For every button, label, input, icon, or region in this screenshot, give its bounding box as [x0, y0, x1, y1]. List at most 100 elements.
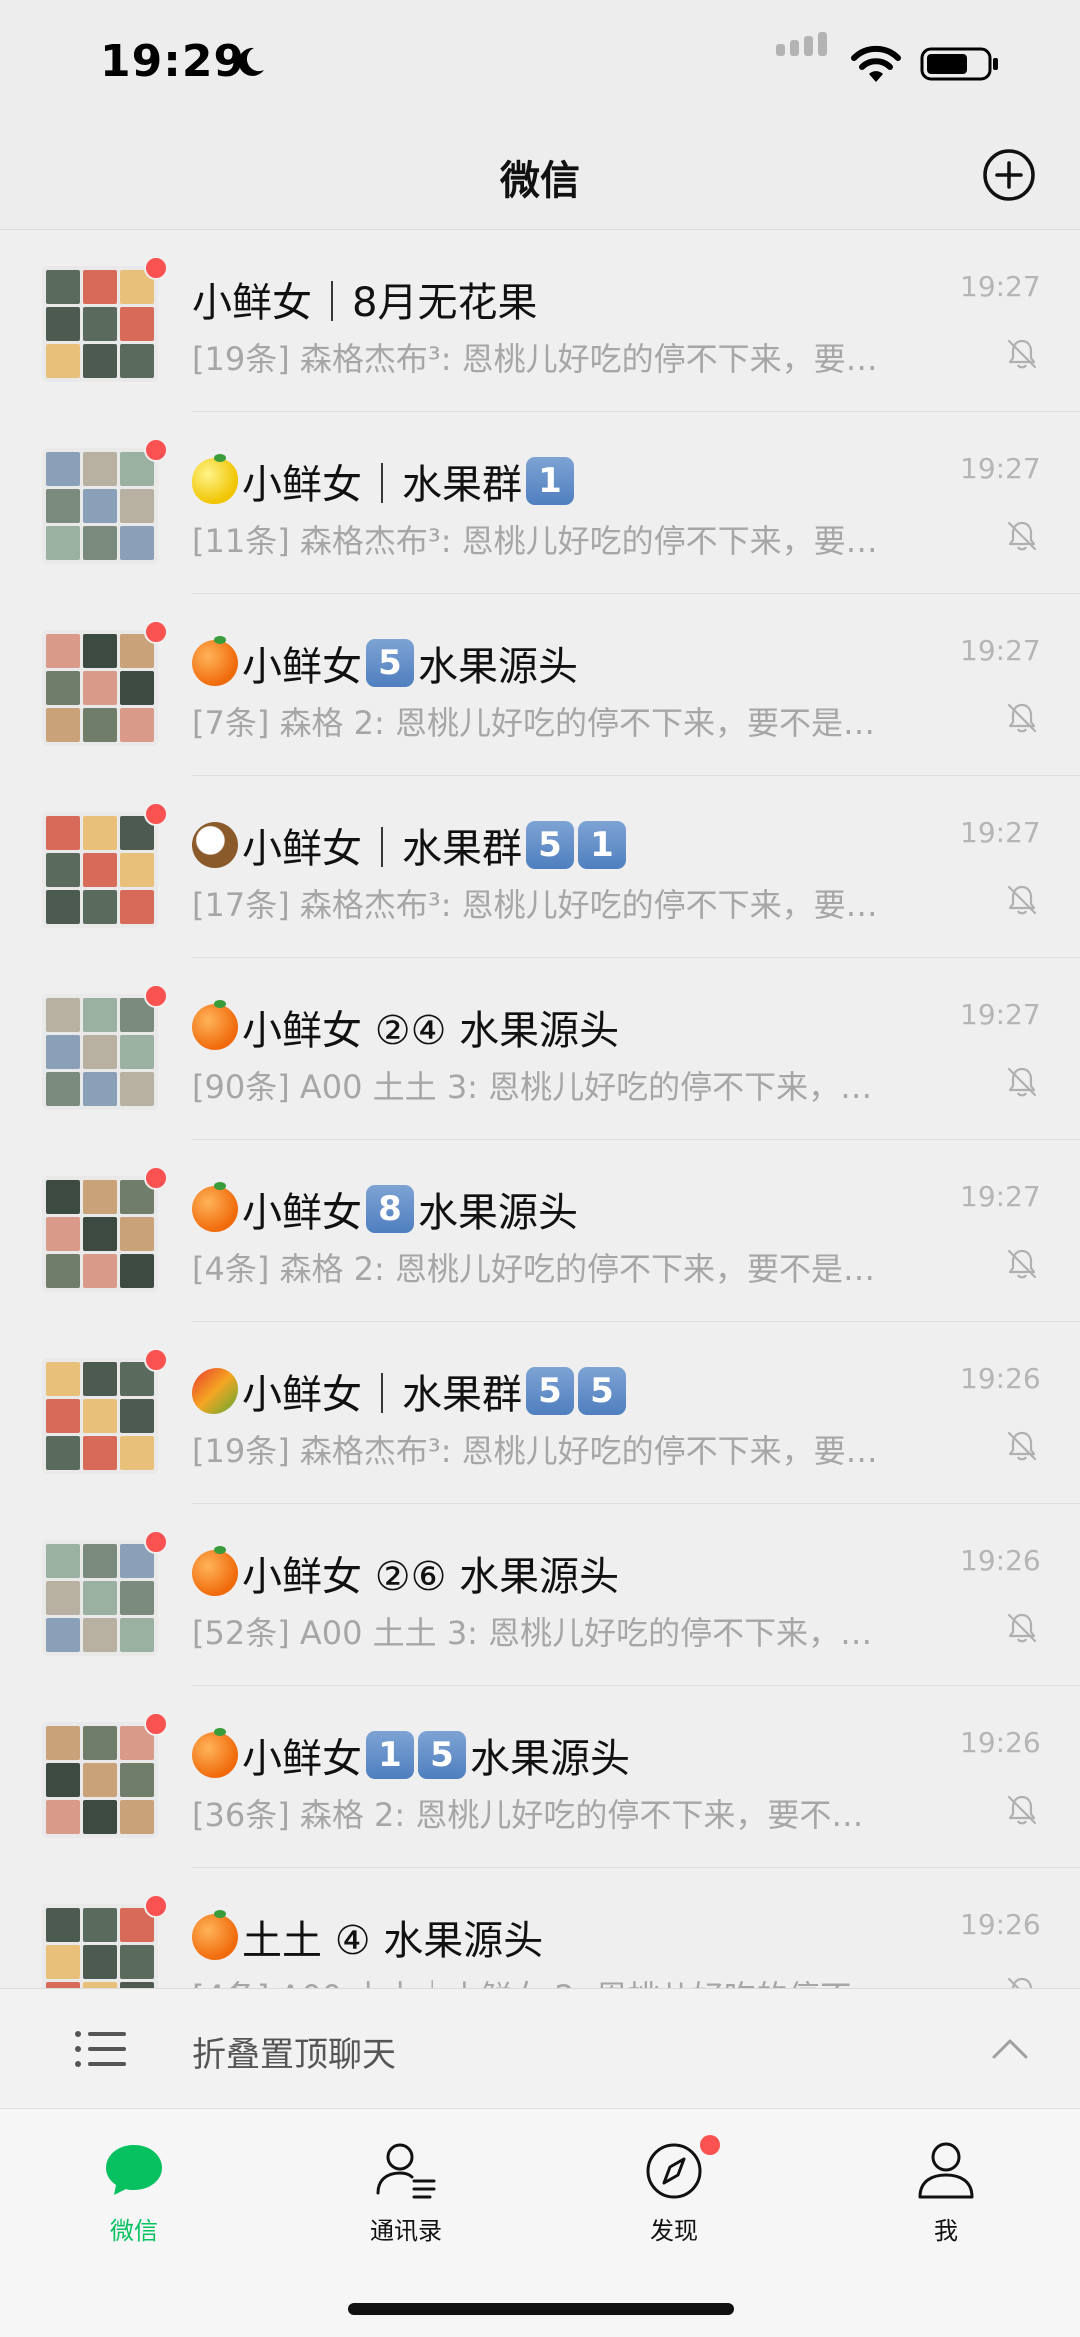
chat-title-text: 水果源头 — [418, 1190, 578, 1236]
nav-bar: 微信 — [0, 130, 1080, 230]
chat-title: 土土 ④ 水果源头 — [192, 1908, 543, 1966]
battery-icon — [920, 47, 998, 81]
list-icon — [75, 2031, 126, 2067]
mute-bell-icon — [1007, 1613, 1037, 1643]
contacts-icon — [376, 2143, 436, 2199]
chat-time: 19:27 — [960, 270, 1041, 303]
keycap-number: 8 — [366, 1185, 414, 1233]
chat-title: 小鲜女｜水果群 1 — [192, 452, 574, 510]
coconut-icon — [192, 822, 238, 868]
group-avatar — [42, 812, 158, 928]
chat-time: 19:27 — [960, 816, 1041, 849]
chat-title: 小鲜女 8 水果源头 — [192, 1180, 578, 1238]
chat-preview: [11条] 森格杰布³: 恩桃儿好吃的停不下来，要… — [192, 522, 878, 560]
unread-dot — [144, 802, 168, 826]
wifi-icon — [851, 45, 901, 82]
chat-preview: [19条] 森格杰布³: 恩桃儿好吃的停不下来，要… — [192, 340, 878, 378]
collapse-pinned-chats-bar[interactable]: 折叠置顶聊天 — [0, 1988, 1080, 2108]
orange-icon — [192, 1546, 238, 1596]
unread-dot — [144, 620, 168, 644]
status-time: 19:29 — [100, 36, 246, 87]
unread-dot — [144, 256, 168, 280]
page-title: 微信 — [500, 158, 580, 204]
chat-title: 小鲜女 ②④ 水果源头 — [192, 998, 619, 1056]
tab-contacts[interactable]: 通讯录 — [326, 2137, 486, 2247]
add-icon[interactable] — [982, 148, 1036, 202]
tab-chats[interactable]: 微信 — [54, 2137, 214, 2247]
chevron-up-icon[interactable] — [990, 2033, 1030, 2061]
group-avatar — [42, 448, 158, 564]
chat-title: 小鲜女｜8月无花果 — [192, 270, 537, 328]
chat-title: 小鲜女 ②⑥ 水果源头 — [192, 1544, 619, 1602]
chat-preview: [36条] 森格 2: 恩桃儿好吃的停不下来，要不… — [192, 1796, 864, 1834]
chat-title-text: 水果源头 — [470, 1736, 630, 1782]
chat-title: 小鲜女 1 5 水果源头 — [192, 1726, 630, 1784]
chat-row[interactable]: 小鲜女｜水果群 5 1 19:27 [17条] 森格杰布³: 恩桃儿好吃的停不下来，要… — [0, 776, 1080, 958]
person-icon — [918, 2142, 974, 2199]
unread-dot — [144, 438, 168, 462]
chat-preview: [19条] 森格杰布³: 恩桃儿好吃的停不下来，要… — [192, 1432, 878, 1470]
chat-row[interactable]: 小鲜女｜水果群 5 5 19:26 [19条] 森格杰布³: 恩桃儿好吃的停不下来，要… — [0, 1322, 1080, 1504]
lemon-icon — [192, 454, 238, 504]
chat-title-text: 小鲜女 ②⑥ 水果源头 — [242, 1554, 620, 1600]
status-bar: 19:29 — [0, 0, 1080, 130]
group-avatar — [42, 994, 158, 1110]
tab-label-chats: 微信 — [110, 2217, 158, 2245]
chat-preview: [4条] A00 土土｜小鲜女 2: 恩桃儿好吃的停不… — [192, 1972, 952, 1988]
orange-icon — [192, 636, 238, 686]
chat-row[interactable]: 小鲜女 5 水果源头 19:27 [7条] 森格 2: 恩桃儿好吃的停不下来，要不是… — [0, 594, 1080, 776]
chat-row[interactable]: 小鲜女 ②④ 水果源头 19:27 [90条] A00 土土 3: 恩桃儿好吃的停不… — [0, 958, 1080, 1140]
unread-dot — [144, 1348, 168, 1372]
mute-bell-icon — [1007, 1977, 1033, 1988]
mute-bell-icon — [1007, 339, 1037, 369]
chat-title-text: 小鲜女｜水果群 — [242, 462, 522, 508]
chat-bubble-icon — [106, 2145, 162, 2195]
chat-row[interactable]: 小鲜女 1 5 水果源头 19:26 [36条] 森格 2: 恩桃儿好吃的停不下来，要不… — [0, 1686, 1080, 1868]
chat-preview: [7条] 森格 2: 恩桃儿好吃的停不下来，要不是… — [192, 704, 875, 742]
chat-row[interactable]: 小鲜女｜水果群 1 19:27 [11条] 森格杰布³: 恩桃儿好吃的停不下来，要… — [0, 412, 1080, 594]
group-avatar — [42, 1722, 158, 1838]
mute-bell-icon — [1007, 521, 1037, 551]
chat-time: 19:27 — [960, 634, 1041, 667]
tab-label-discover: 发现 — [650, 2217, 698, 2245]
orange-icon — [192, 1910, 238, 1960]
chat-time: 19:27 — [960, 998, 1041, 1031]
mute-bell-icon — [1007, 703, 1037, 733]
chat-row[interactable]: 小鲜女 ②⑥ 水果源头 19:26 [52条] A00 土土 3: 恩桃儿好吃的停不… — [0, 1504, 1080, 1686]
chat-title-text: 小鲜女 ②④ 水果源头 — [242, 1008, 620, 1054]
keycap-number: 1 — [366, 1731, 414, 1779]
chat-row[interactable]: 小鲜女 8 水果源头 19:27 [4条] 森格 2: 恩桃儿好吃的停不下来，要不是… — [0, 1140, 1080, 1322]
chat-title: 小鲜女 5 水果源头 — [192, 634, 578, 692]
group-avatar — [42, 1358, 158, 1474]
chat-title-text: 小鲜女｜水果群 — [242, 826, 522, 872]
keycap-number: 1 — [526, 457, 574, 505]
collapse-pinned-label: 折叠置顶聊天 — [192, 2035, 396, 2075]
chat-preview: [4条] 森格 2: 恩桃儿好吃的停不下来，要不是… — [192, 1250, 875, 1288]
chat-time: 19:26 — [960, 1544, 1041, 1577]
keycap-number: 5 — [418, 1731, 466, 1779]
unread-dot — [144, 1894, 168, 1918]
group-avatar — [42, 266, 158, 382]
chat-row[interactable]: 小鲜女｜8月无花果 19:27 [19条] 森格杰布³: 恩桃儿好吃的停不下来，要… — [0, 230, 1080, 412]
keycap-number: 5 — [526, 1367, 574, 1415]
chat-list[interactable]: 小鲜女｜8月无花果 19:27 [19条] 森格杰布³: 恩桃儿好吃的停不下来，要…… — [0, 230, 1080, 1988]
chat-time: 19:26 — [960, 1726, 1041, 1759]
chat-title: 小鲜女｜水果群 5 5 — [192, 1362, 626, 1420]
home-indicator — [348, 2303, 734, 2315]
orange-icon — [192, 1728, 238, 1778]
keycap-number: 1 — [578, 821, 626, 869]
chat-preview: [90条] A00 土土 3: 恩桃儿好吃的停不下来，… — [192, 1068, 873, 1106]
mute-bell-icon — [1007, 1067, 1037, 1097]
unread-dot — [144, 984, 168, 1008]
mango-icon — [192, 1368, 238, 1414]
chat-title-text: 土土 ④ 水果源头 — [242, 1918, 544, 1964]
group-avatar — [42, 630, 158, 746]
group-avatar — [42, 1176, 158, 1292]
unread-dot — [144, 1712, 168, 1736]
mute-bell-icon — [1007, 1795, 1037, 1825]
chat-row[interactable]: 土土 ④ 水果源头 19:26 [4条] A00 土土｜小鲜女 2: 恩桃儿好吃的停… — [0, 1868, 1080, 1988]
tab-me[interactable]: 我 — [866, 2137, 1026, 2247]
tab-discover[interactable]: 发现 — [594, 2135, 754, 2247]
group-avatar — [42, 1904, 158, 1988]
mute-bell-icon — [1007, 1249, 1037, 1279]
